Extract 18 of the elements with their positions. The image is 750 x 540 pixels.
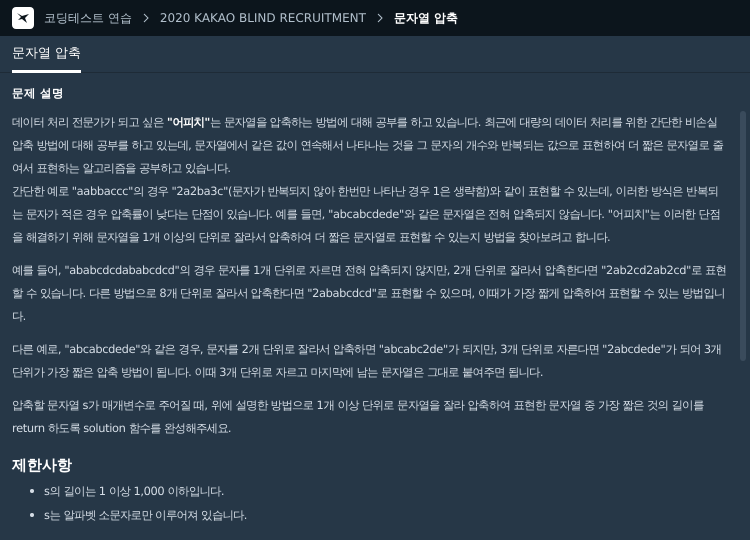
breadcrumb-link[interactable]: 문자열 압축	[394, 10, 458, 26]
bullet-icon	[30, 489, 34, 493]
breadcrumb-link[interactable]: 2020 KAKAO BLIND RECRUITMENT	[160, 11, 366, 25]
constraint-item: s의 길이는 1 이상 1,000 이하입니다.	[44, 484, 224, 498]
chevron-icon	[142, 13, 150, 23]
section-heading: 제한사항	[12, 456, 73, 475]
description-paragraph: 예를 들어, "ababcdcdababcdcd"의 경우 문자를 1개 단위로 자르면 전혀 압축되지 않지만, 2개 단위로 잘라서 압축한다면 "2ab2cd2ab2cd"로 표현할 수 있습니다. 다른 방법으로 8개 단위로 잘라서 압축한다면 "2ababcdcd"로 표현할 수 있으며, 이때가 가장 짧게 압축하여 표현할 수 있는 방법입니다.	[12, 262, 728, 325]
description-paragraph: 다른 예로, "abcabcdede"와 같은 경우, 문자를 2개 단위로 잘라서 압축하면 "abcabc2de"가 되지만, 3개 단위로 자른다면 "2abcdede"가 되어 3개 단위가 가장 짧은 압축 방법이 됩니다. 이때 3개 단위로 자르고 마지막에 남는 문자열은 그대로 붙여주면 됩니다.	[12, 341, 722, 381]
chevron-icon	[376, 13, 384, 23]
description-paragraph: 압축할 문자열 s가 매개변수로 주어질 때, 위에 설명한 방법으로 1개 이상 단위로 문자열을 잘라 압축하여 표현한 문자열 중 가장 짧은 것의 길이를 return 하도록 solution 함수를 완성해주세요.	[12, 397, 705, 437]
description-paragraph: 데이터 처리 전문가가 되고 싶은 "어피치"는 문자열을 압축하는 방법에 대해 공부를 하고 있습니다. 최근에 대량의 데이터 처리를 위한 간단한 비손실 압축 방법에 대해 공부를 하고 있는데, 문자열에서 같은 값이 연속해서 나타나는 것을 그 문자의 개수와 반복되는 값으로 표현하여 더 짧은 문자열로 줄여서 표현하는 알고리즘을 공부하고 있습니다.	[12, 114, 724, 177]
section-title: 문제 설명	[12, 86, 66, 101]
breadcrumb-link[interactable]: 코딩테스트 연습	[44, 10, 132, 26]
description-paragraph: 간단한 예로 "aabbaccc"의 경우 "2a2ba3c"(문자가 반복되지 않아 한번만 나타난 경우 1은 생략함)와 같이 표현할 수 있는데, 이러한 방식은 반복되는 문자가 적은 경우 압축률이 낮다는 단점이 있습니다. 예를 들면, "abcabcdede"와 같은 문자열은 전혀 압축되지 않습니다. "어피치"는 이러한 단점을 해결하기 위해 문자열을 1개 이상의 단위로 잘라서 압축하여 더 짧은 문자열로 표현할 수 있는지 방법을 찾아보려고 합니다.	[12, 183, 721, 246]
tab[interactable]: 문자열 압축	[12, 36, 82, 73]
bullet-icon	[30, 513, 34, 517]
logo-icon[interactable]	[12, 7, 34, 29]
constraint-item: s는 알파벳 소문자로만 이루어져 있습니다.	[44, 508, 247, 522]
